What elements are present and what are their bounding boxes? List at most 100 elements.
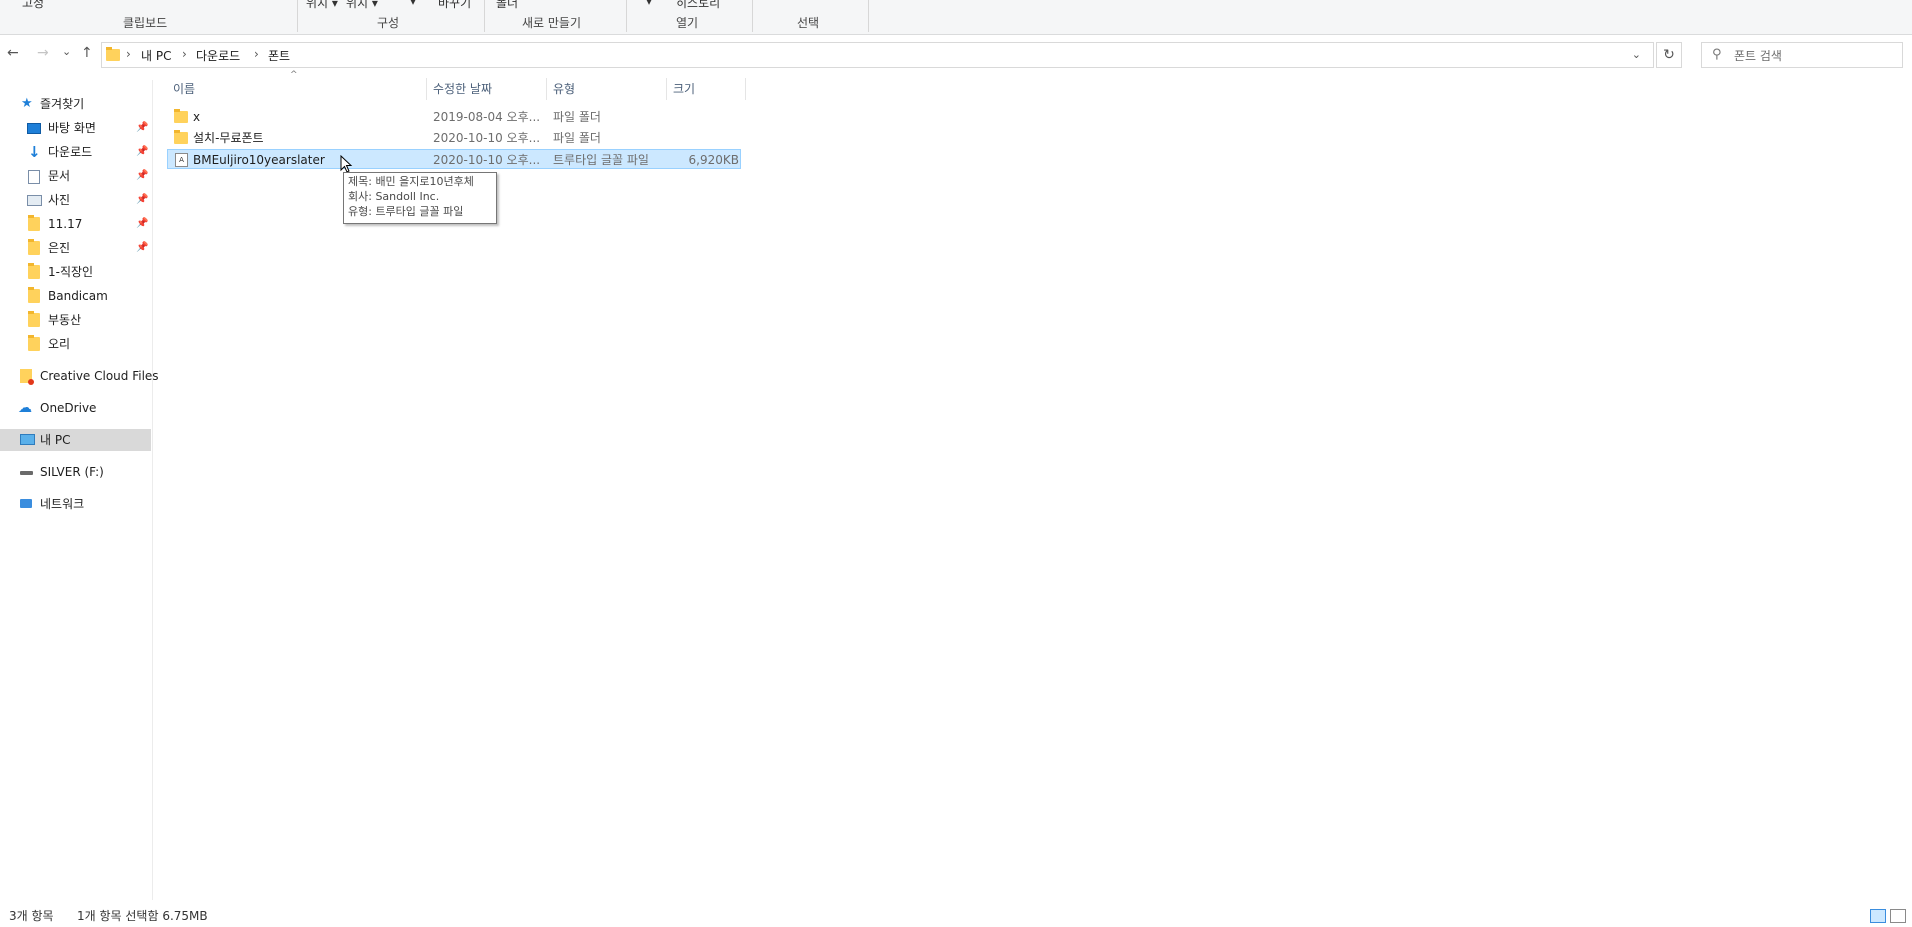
column-divider[interactable] — [745, 78, 746, 100]
address-bar[interactable]: › 내 PC › 다운로드 › 폰트 ⌄ — [101, 42, 1654, 68]
sidebar-item-drive-f[interactable]: SILVER (F:) — [0, 461, 151, 483]
sidebar-item-label: 오리 — [48, 337, 71, 351]
ribbon-group-open: 열기 — [676, 16, 699, 30]
chevron-down-icon[interactable]: ⌄ — [1632, 48, 1641, 61]
column-header-size[interactable]: 크기 — [673, 78, 695, 100]
sidebar-item-folder-realestate[interactable]: 부동산 — [0, 309, 151, 331]
file-row-folder-free-fonts[interactable]: 설치-무료폰트 2020-10-10 오후... 파일 폴더 — [167, 128, 741, 148]
sidebar-item-folder-ori[interactable]: 오리 — [0, 333, 151, 355]
folder-icon — [28, 263, 40, 279]
file-type: 트루타입 글꼴 파일 — [553, 153, 649, 167]
sort-ascending-icon: ^ — [290, 70, 298, 80]
cloud-icon: ☁ — [18, 400, 32, 416]
ribbon-rename-button[interactable]: 바꾸기 — [438, 0, 471, 11]
column-header-modified[interactable]: 수정한 날짜 — [433, 78, 492, 100]
drive-icon — [20, 471, 33, 475]
sidebar-item-label: SILVER (F:) — [40, 465, 104, 479]
file-modified: 2020-10-10 오후... — [433, 131, 541, 145]
ribbon-new-folder-button[interactable]: 폴더 — [496, 0, 518, 11]
sidebar-item-creative-cloud[interactable]: Creative Cloud Files — [0, 365, 159, 387]
tooltip-type: 유형: 트루타입 글꼴 파일 — [348, 205, 464, 218]
ribbon-group-select: 선택 — [797, 16, 820, 30]
sidebar-item-onedrive[interactable]: ☁ OneDrive — [0, 397, 151, 419]
folder-icon — [28, 311, 40, 327]
status-selection: 1개 항목 선택함 6.75MB — [77, 909, 208, 923]
sidebar-item-desktop[interactable]: 바탕 화면 📌 — [0, 117, 151, 139]
file-modified: 2019-08-04 오후... — [433, 110, 541, 124]
file-size: 6,920KB — [688, 153, 739, 167]
sidebar-item-this-pc[interactable]: 내 PC — [0, 429, 151, 451]
file-type: 파일 폴더 — [553, 131, 601, 145]
ribbon-pin-button[interactable]: 고정 — [22, 0, 44, 11]
sidebar-item-label: 즐겨찾기 — [40, 97, 85, 111]
sidebar-item-label: Bandicam — [48, 289, 108, 303]
file-row-folder-x[interactable]: x 2019-08-04 오후... 파일 폴더 — [167, 107, 741, 127]
folder-icon — [106, 47, 120, 61]
sidebar-item-label: Creative Cloud Files — [40, 369, 159, 383]
ribbon-group-clipboard: 클립보드 — [123, 16, 168, 30]
sidebar-item-label: 다운로드 — [48, 145, 93, 159]
sidebar-item-folder-worker[interactable]: 1-직장인 — [0, 261, 151, 283]
folder-icon — [28, 287, 40, 303]
sidebar-item-label: 바탕 화면 — [48, 121, 96, 135]
status-item-count: 3개 항목 — [9, 909, 54, 923]
navigation-bar: ← → ⌄ ↑ › 내 PC › 다운로드 › 폰트 ⌄ ↻ ⚲ — [0, 36, 1912, 72]
file-type: 파일 폴더 — [553, 110, 601, 124]
ribbon-group-divider — [752, 0, 753, 32]
file-row-font-bmeuljiro[interactable]: A BMEuljiro10yearslater 2020-10-10 오후...… — [167, 149, 741, 169]
ribbon-group-divider — [484, 0, 485, 32]
file-tooltip: 제목: 배민 을지로10년후체 회사: Sandoll Inc. 유형: 트루타… — [343, 172, 497, 224]
ribbon-delete-dropdown[interactable]: ▾ — [410, 0, 416, 8]
sidebar-item-downloads[interactable]: ↓ 다운로드 📌 — [0, 141, 151, 163]
sidebar-item-pictures[interactable]: 사진 📌 — [0, 189, 151, 211]
large-icons-view-button[interactable] — [1890, 909, 1906, 923]
ribbon-move-to-button[interactable]: 위치 ▾ — [306, 0, 338, 11]
column-divider[interactable] — [546, 78, 547, 100]
ribbon-properties-dropdown[interactable]: ▾ — [646, 0, 652, 8]
back-button[interactable]: ← — [7, 44, 19, 62]
sidebar-item-label: 문서 — [48, 169, 71, 183]
file-name: BMEuljiro10yearslater — [193, 153, 325, 167]
column-divider[interactable] — [426, 78, 427, 100]
sidebar-item-documents[interactable]: 문서 📌 — [0, 165, 151, 187]
forward-button[interactable]: → — [37, 44, 49, 62]
search-icon: ⚲ — [1712, 47, 1722, 62]
ribbon: 고정 위치 ▾ 위치 ▾ ▾ 바꾸기 폴더 ▾ 히스토리 클립보드 구성 새로 … — [0, 0, 1912, 35]
sidebar-item-label: OneDrive — [40, 401, 97, 415]
folder-icon — [174, 109, 188, 123]
breadcrumb-separator[interactable]: › — [182, 47, 187, 61]
ribbon-history-button[interactable]: 히스토리 — [676, 0, 720, 11]
search-box[interactable]: ⚲ — [1701, 42, 1903, 68]
sidebar-item-folder-bandicam[interactable]: Bandicam — [0, 285, 151, 307]
breadcrumb-downloads[interactable]: 다운로드 — [196, 47, 240, 64]
up-button[interactable]: ↑ — [81, 44, 93, 62]
folder-icon — [28, 239, 40, 255]
breadcrumb-separator[interactable]: › — [126, 47, 131, 61]
sidebar-item-label: 은진 — [48, 241, 71, 255]
folder-icon — [28, 215, 40, 231]
sidebar-item-quick-access[interactable]: ★ 즐겨찾기 — [0, 93, 151, 115]
column-divider[interactable] — [666, 78, 667, 100]
sidebar-item-folder-eunjin[interactable]: 은진 📌 — [0, 237, 151, 259]
tooltip-company: 회사: Sandoll Inc. — [348, 190, 440, 203]
ribbon-copy-to-button[interactable]: 위치 ▾ — [346, 0, 378, 11]
breadcrumb-separator[interactable]: › — [254, 47, 259, 61]
details-view-button[interactable] — [1870, 909, 1886, 923]
pin-icon: 📌 — [136, 146, 149, 157]
recent-locations-dropdown[interactable]: ⌄ — [62, 43, 71, 61]
refresh-button[interactable]: ↻ — [1656, 42, 1682, 68]
sidebar-item-label: 11.17 — [48, 217, 83, 231]
file-name: x — [193, 110, 201, 124]
file-name: 설치-무료폰트 — [193, 131, 264, 145]
navigation-pane: ★ 즐겨찾기 바탕 화면 📌 ↓ 다운로드 📌 문서 📌 사진 📌 11.17 … — [0, 80, 159, 900]
pin-icon: 📌 — [136, 122, 149, 133]
sidebar-item-network[interactable]: 네트워크 — [0, 493, 151, 515]
sidebar-item-folder-1117[interactable]: 11.17 📌 — [0, 213, 151, 235]
column-header-name[interactable]: 이름 — [173, 78, 195, 100]
column-header-type[interactable]: 유형 — [553, 78, 575, 100]
breadcrumb-this-pc[interactable]: 내 PC — [141, 47, 171, 64]
search-input[interactable] — [1732, 45, 1896, 67]
picture-icon — [27, 195, 42, 206]
pin-icon: 📌 — [136, 242, 149, 253]
breadcrumb-fonts[interactable]: 폰트 — [268, 47, 290, 64]
